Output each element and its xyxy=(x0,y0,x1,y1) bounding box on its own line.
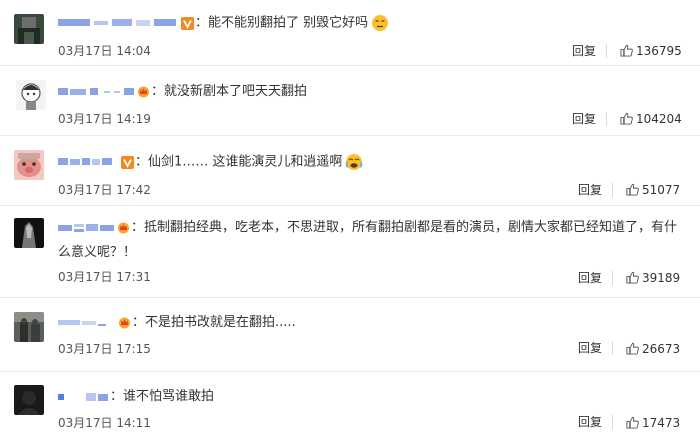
divider xyxy=(612,271,613,285)
like-count: 17473 xyxy=(642,416,681,430)
divider xyxy=(606,112,607,126)
comment-text-continued: 么意义呢？！ xyxy=(58,245,137,260)
comment-line: ：能不能别翻拍了 别毁它好吗 xyxy=(58,14,389,33)
comment-text: 抵制翻拍经典，吃老本，不思进取，所有翻拍剧都是看的演员，剧情大家都已经知道了，有… xyxy=(144,220,678,235)
thumbs-up-icon xyxy=(620,44,633,57)
divider xyxy=(612,183,613,197)
v-badge-icon xyxy=(181,16,194,30)
username-blurred[interactable] xyxy=(58,318,110,328)
comment-time: 03月17日 14:19 xyxy=(58,112,151,126)
comment-time: 03月17日 17:15 xyxy=(58,342,151,356)
comment-line: ：仙剑1…… 这谁能演灵儿和逍遥啊 xyxy=(58,153,363,172)
comment-text: 仙剑1…… 这谁能演灵儿和逍遥啊 xyxy=(148,154,343,170)
comment-item: ：就没新剧本了吧天天翻拍 03月17日 14:19 回复 104204 xyxy=(0,66,700,136)
crown-badge-icon xyxy=(117,221,130,234)
like-count: 136795 xyxy=(636,44,682,58)
comment-line: ：谁不怕骂谁敢拍 xyxy=(58,388,214,406)
like-button[interactable]: 104204 xyxy=(620,112,682,126)
like-button[interactable]: 39189 xyxy=(626,271,680,285)
comment-item: ：谁不怕骂谁敢拍 03月17日 14:11 回复 17473 xyxy=(0,372,700,437)
crown-badge-icon xyxy=(118,316,131,329)
username-blurred[interactable] xyxy=(58,157,114,167)
comment-time: 03月17日 17:42 xyxy=(58,183,151,197)
like-count: 39189 xyxy=(642,271,681,285)
comment-item: ：仙剑1…… 这谁能演灵儿和逍遥啊 03月17日 17:42 回复 51077 xyxy=(0,136,700,206)
comment-time: 03月17日 17:31 xyxy=(58,270,151,284)
divider xyxy=(612,341,613,355)
comment-text: 谁不怕骂谁敢拍 xyxy=(123,389,215,404)
divider xyxy=(612,415,613,429)
reply-button[interactable]: 回复 xyxy=(572,44,596,58)
comment-item: ：抵制翻拍经典，吃老本，不思进取，所有翻拍剧都是看的演员，剧情大家都已经知道了，… xyxy=(0,206,700,298)
divider xyxy=(606,44,607,58)
avatar[interactable] xyxy=(14,385,44,415)
crying-face-emoji-icon xyxy=(345,153,363,171)
comment-time: 03月17日 14:04 xyxy=(58,44,151,58)
comment-time: 03月17日 14:11 xyxy=(58,416,151,430)
like-button[interactable]: 136795 xyxy=(620,44,682,58)
like-count: 26673 xyxy=(642,342,681,356)
username-blurred[interactable] xyxy=(58,392,108,402)
comment-text: 就没新剧本了吧天天翻拍 xyxy=(164,84,308,99)
comment-line: ：不是拍书改就是在翻拍..... xyxy=(58,314,296,332)
avatar[interactable] xyxy=(14,312,44,342)
comment-item: ：能不能别翻拍了 别毁它好吗 03月17日 14:04 回复 136795 xyxy=(0,0,700,66)
like-count: 51077 xyxy=(642,183,681,197)
reply-button[interactable]: 回复 xyxy=(578,271,602,285)
reply-button[interactable]: 回复 xyxy=(578,415,602,429)
thumbs-up-icon xyxy=(626,416,639,429)
reply-button[interactable]: 回复 xyxy=(578,183,602,197)
username-blurred[interactable] xyxy=(58,87,134,97)
reply-button[interactable]: 回复 xyxy=(578,341,602,355)
like-button[interactable]: 51077 xyxy=(626,183,680,197)
crown-badge-icon xyxy=(137,85,150,98)
avatar[interactable] xyxy=(14,150,44,180)
comment-line: ：抵制翻拍经典，吃老本，不思进取，所有翻拍剧都是看的演员，剧情大家都已经知道了，… xyxy=(58,219,677,237)
avatar[interactable] xyxy=(14,14,44,44)
like-button[interactable]: 26673 xyxy=(626,342,680,356)
like-button[interactable]: 17473 xyxy=(626,416,680,430)
reply-button[interactable]: 回复 xyxy=(572,112,596,126)
thumbs-up-icon xyxy=(626,183,639,196)
comment-text: 不是拍书改就是在翻拍..... xyxy=(145,315,296,330)
thumbs-up-icon xyxy=(626,271,639,284)
comment-line: ：就没新剧本了吧天天翻拍 xyxy=(58,83,307,101)
username-blurred[interactable] xyxy=(58,223,114,233)
comment-item: ：不是拍书改就是在翻拍..... 03月17日 17:15 回复 26673 xyxy=(0,298,700,372)
thumbs-up-icon xyxy=(620,112,633,125)
comment-text: 能不能别翻拍了 别毁它好吗 xyxy=(208,15,369,31)
username-blurred[interactable] xyxy=(58,18,178,28)
v-badge-icon xyxy=(121,155,134,169)
avatar[interactable] xyxy=(14,218,44,248)
like-count: 104204 xyxy=(636,112,682,126)
tired-face-emoji-icon xyxy=(371,14,389,32)
thumbs-up-icon xyxy=(626,342,639,355)
avatar[interactable] xyxy=(16,80,46,110)
